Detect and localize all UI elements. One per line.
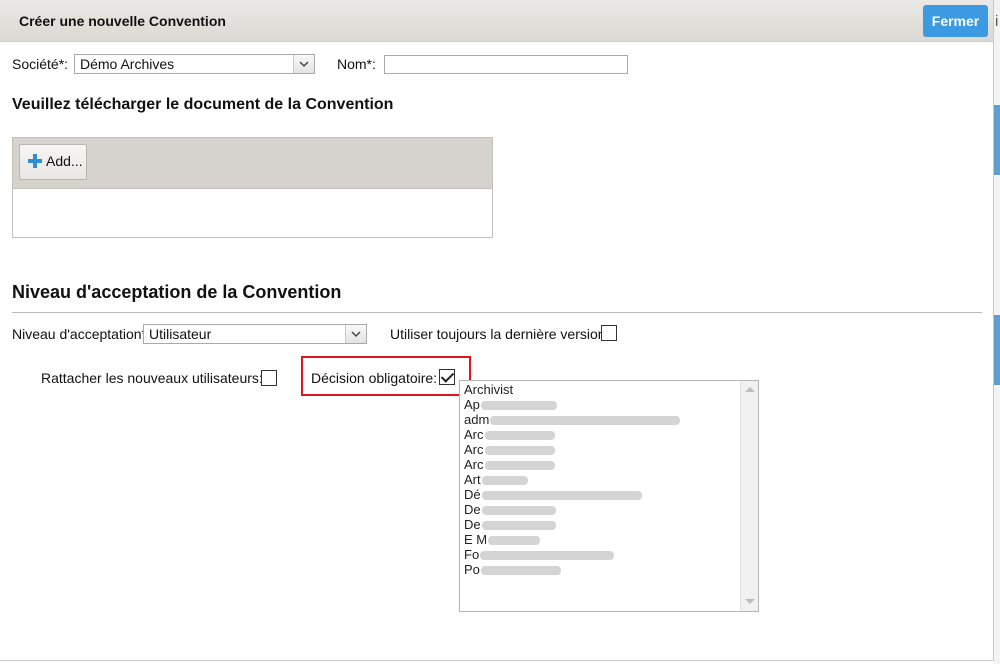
upload-toolbar: Add...: [13, 138, 492, 189]
rattacher-checkbox[interactable]: [261, 370, 277, 386]
scroll-down-icon[interactable]: [745, 599, 755, 604]
chevron-down-icon[interactable]: [345, 325, 366, 343]
redacted-text: [481, 521, 556, 531]
list-item[interactable]: Fo: [464, 547, 615, 562]
derniere-version-checkbox[interactable]: [601, 325, 617, 341]
redacted-text: [484, 446, 555, 456]
derniere-version-label: Utiliser toujours la dernière version:: [390, 326, 610, 342]
add-file-label: Add...: [46, 153, 83, 169]
redacted-text: [481, 476, 528, 486]
redacted-text: [481, 506, 556, 516]
societe-label: Société*:: [12, 56, 69, 72]
redacted-text: [480, 566, 561, 576]
list-item[interactable]: Arc: [464, 427, 555, 442]
redacted-text: [481, 491, 642, 501]
acceptance-heading: Niveau d'acceptation de la Convention: [12, 282, 342, 302]
list-item[interactable]: Arc: [464, 442, 555, 457]
dialog-title: Créer une nouvelle Convention: [19, 13, 226, 29]
dialog-titlebar: Créer une nouvelle Convention Fermer: [0, 0, 993, 42]
list-item[interactable]: Arc: [464, 457, 555, 472]
scroll-up-icon[interactable]: [745, 387, 755, 392]
list-item[interactable]: De: [464, 502, 556, 517]
list-item[interactable]: Art: [464, 472, 528, 487]
nom-label: Nom*:: [337, 56, 376, 72]
list-item[interactable]: Archivist: [464, 382, 513, 397]
decision-checkbox[interactable]: [439, 369, 455, 385]
decision-label: Décision obligatoire:: [311, 370, 438, 386]
redacted-text: [480, 551, 615, 561]
list-item[interactable]: Dé: [464, 487, 642, 502]
user-listbox[interactable]: Archivist Ap adm Arc Arc Arc Art Dé De D…: [459, 380, 759, 612]
redacted-text: [490, 416, 681, 426]
add-file-button[interactable]: Add...: [19, 144, 87, 180]
list-item[interactable]: De: [464, 517, 556, 532]
rattacher-label: Rattacher les nouveaux utilisateurs:: [41, 370, 263, 386]
chevron-down-icon[interactable]: [293, 55, 314, 73]
upload-area: Add...: [12, 137, 493, 238]
list-item[interactable]: Ap: [464, 397, 557, 412]
redacted-text: [480, 401, 557, 411]
create-convention-dialog: Créer une nouvelle Convention Fermer Soc…: [0, 0, 994, 661]
background-scroll-segment: [994, 315, 1000, 385]
list-item[interactable]: adm: [464, 412, 681, 427]
list-item[interactable]: Po: [464, 562, 561, 577]
nom-field[interactable]: [384, 55, 628, 74]
upload-heading: Veuillez télécharger le document de la C…: [12, 96, 394, 113]
societe-value: Démo Archives: [80, 56, 175, 72]
niveau-value: Utilisateur: [149, 326, 212, 342]
section-divider: [12, 312, 982, 313]
background-scroll-segment: [994, 105, 1000, 175]
list-item[interactable]: E M: [464, 532, 541, 547]
societe-select[interactable]: Démo Archives: [74, 54, 315, 74]
redacted-text: [488, 536, 541, 546]
background-edge-text: i: [995, 13, 999, 30]
niveau-label: Niveau d'acceptation*:: [12, 326, 151, 342]
redacted-text: [484, 461, 555, 471]
listbox-scrollbar[interactable]: [740, 381, 758, 611]
close-button[interactable]: Fermer: [923, 5, 988, 37]
niveau-select[interactable]: Utilisateur: [143, 324, 367, 344]
redacted-text: [484, 431, 555, 441]
plus-icon: [27, 153, 43, 169]
background-page-strip: [994, 0, 1000, 664]
